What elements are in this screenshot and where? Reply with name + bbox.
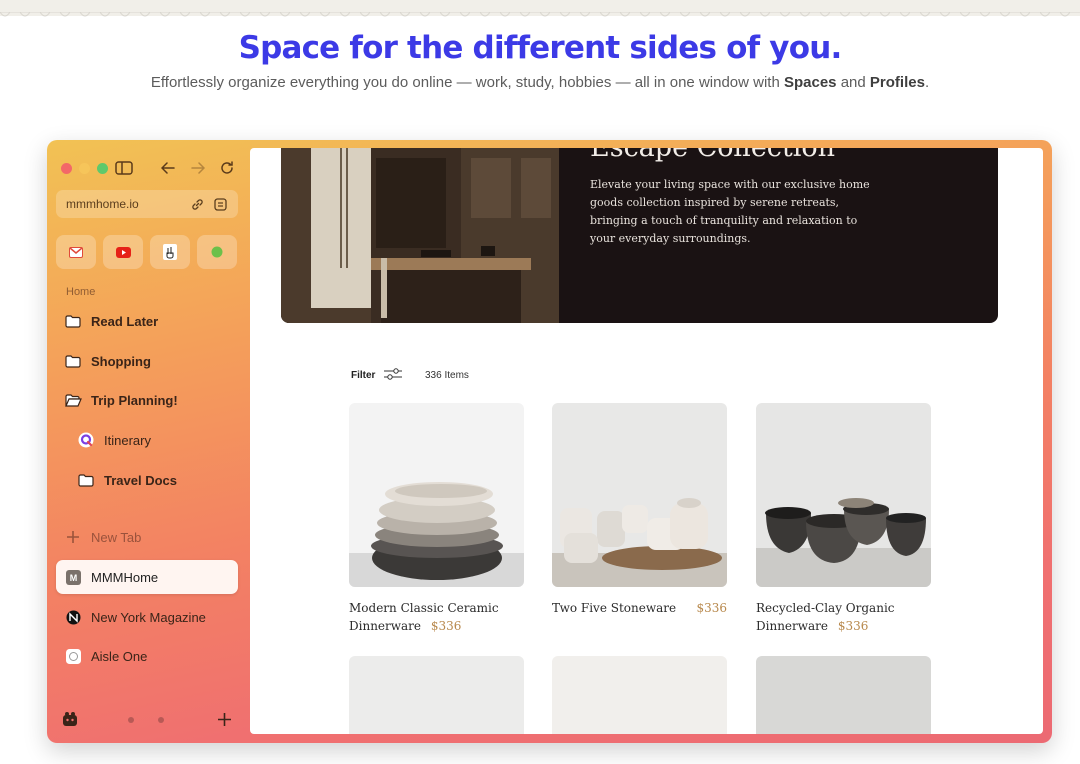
add-space-icon[interactable] [218, 713, 231, 731]
maximize-window-button[interactable] [97, 163, 108, 174]
space-label: Home [66, 286, 96, 298]
favorite-green[interactable] [197, 235, 237, 269]
sidebar-item-travel-docs[interactable]: Travel Docs [56, 463, 238, 497]
q-app-icon [77, 431, 95, 449]
web-content: Escape Collection Elevate your living sp… [250, 148, 1043, 734]
wavy-edge [0, 12, 1080, 17]
product-card[interactable]: Recycled-Clay Organic Dinnerware $336 [756, 403, 931, 635]
subline-and: and [836, 74, 870, 91]
product-meta: Recycled-Clay Organic Dinnerware $336 [756, 599, 931, 635]
sidebar-item-trip-planning[interactable]: Trip Planning! [56, 383, 238, 417]
sidebar-item-label: Shopping [91, 353, 151, 369]
close-window-button[interactable] [61, 163, 72, 174]
product-price: $336 [837, 619, 869, 633]
gmail-icon [69, 246, 83, 258]
subline-spaces: Spaces [783, 74, 837, 91]
product-image-placeholder[interactable] [756, 656, 931, 734]
product-image[interactable] [552, 403, 727, 587]
peace-hand-icon [163, 244, 177, 260]
product-card[interactable]: Modern Classic Ceramic Dinnerware $336 [349, 403, 524, 635]
new-tab-button[interactable]: New Tab [56, 520, 238, 554]
reload-icon[interactable] [216, 157, 238, 179]
sidebar-item-shopping[interactable]: Shopping [56, 344, 238, 378]
filter-button[interactable]: Filter [351, 370, 375, 381]
space-dot-1[interactable] [128, 717, 134, 723]
sidebar-item-label: Trip Planning! [91, 392, 178, 408]
space-dot-2[interactable] [158, 717, 164, 723]
subline-profiles: Profiles [869, 74, 925, 91]
folder-icon [64, 352, 82, 370]
url-text: mmmhome.io [66, 197, 139, 211]
archive-icon[interactable] [62, 711, 78, 732]
favorite-peace[interactable] [150, 235, 190, 269]
tab-aisle-one[interactable]: Aisle One [56, 639, 238, 673]
tab-label: New York Magazine [91, 609, 206, 625]
filter-sliders-icon[interactable] [384, 368, 402, 380]
green-dot-icon [211, 246, 223, 258]
product-card[interactable]: Two Five Stoneware $336 [552, 403, 727, 617]
site-settings-icon[interactable] [211, 195, 229, 213]
youtube-icon [115, 246, 131, 258]
new-tab-label: New Tab [91, 529, 142, 545]
product-name: Modern Classic Ceramic Dinnerware [349, 601, 499, 633]
product-image-placeholder[interactable] [552, 656, 727, 734]
favorite-gmail[interactable] [56, 235, 96, 269]
product-name: Recycled-Clay Organic Dinnerware [756, 601, 895, 633]
tab-mmmhome[interactable]: M MMMHome [56, 560, 238, 594]
hero-description: Elevate your living space with our exclu… [590, 178, 870, 245]
product-price: $336 [696, 601, 727, 615]
page-headline: Space for the different sides of you. [238, 30, 843, 66]
tab-new-york-magazine[interactable]: New York Magazine [56, 600, 238, 634]
product-price: $336 [430, 619, 462, 633]
subline-text: Effortlessly organize everything you do … [150, 74, 784, 91]
back-arrow-icon[interactable] [157, 157, 179, 179]
forward-arrow-icon[interactable] [187, 157, 209, 179]
folder-icon [77, 471, 95, 489]
folder-icon [64, 312, 82, 330]
product-image[interactable] [756, 403, 931, 587]
product-image-placeholder[interactable] [349, 656, 524, 734]
sidebar-item-label: Read Later [91, 313, 159, 329]
link-icon[interactable] [188, 195, 206, 213]
sidebar-item-itinerary[interactable]: Itinerary [56, 423, 238, 457]
minimize-window-button[interactable] [79, 163, 90, 174]
hero-title: Escape Collection [590, 148, 835, 163]
product-image[interactable] [349, 403, 524, 587]
kitchen-photo [281, 148, 559, 323]
sidebar-toggle-icon[interactable] [113, 157, 135, 179]
favorite-youtube[interactable] [103, 235, 143, 269]
collection-hero: Escape Collection Elevate your living sp… [281, 148, 998, 323]
product-meta: Two Five Stoneware $336 [552, 599, 727, 617]
nymag-icon [64, 608, 82, 626]
aisle-one-icon [64, 647, 82, 665]
tab-label: MMMHome [91, 569, 159, 585]
items-count: 336 Items [425, 370, 469, 381]
product-meta: Modern Classic Ceramic Dinnerware $336 [349, 599, 524, 635]
browser-window: mmmhome.io Home Read Later Shopping Trip… [47, 140, 1052, 743]
url-bar[interactable]: mmmhome.io [56, 190, 238, 218]
m-badge-icon: M [64, 568, 82, 586]
svg-text:M: M [69, 573, 77, 583]
product-name: Two Five Stoneware [552, 601, 677, 615]
subline-end: . [924, 74, 930, 91]
tab-label: Aisle One [91, 648, 148, 664]
sidebar-item-label: Travel Docs [104, 472, 177, 488]
sidebar-item-label: Itinerary [104, 432, 151, 448]
sidebar-item-read-later[interactable]: Read Later [56, 304, 238, 338]
wavy-top-border [0, 0, 1080, 17]
page-subline: Effortlessly organize everything you do … [0, 74, 1080, 91]
folder-open-icon [64, 391, 82, 409]
plus-icon [64, 528, 82, 546]
